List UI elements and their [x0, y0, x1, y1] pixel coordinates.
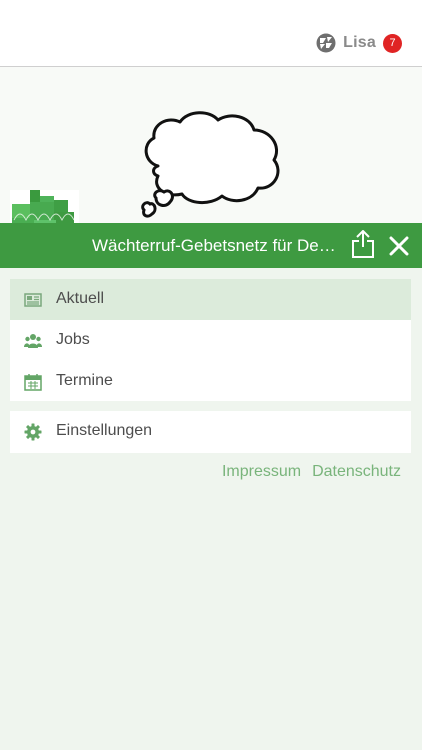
user-name: Lisa [343, 34, 376, 51]
footer-links: Impressum Datenschutz [222, 463, 401, 481]
close-icon[interactable] [388, 235, 410, 257]
top-bar: Lisa 7 [0, 0, 422, 67]
menu-item-label: Einstellungen [56, 422, 153, 439]
menu-item-jobs[interactable]: Jobs [10, 320, 411, 361]
share-icon[interactable] [351, 230, 375, 258]
calendar-icon [24, 374, 42, 391]
main-menu: Aktuell Jobs Termine [10, 279, 411, 401]
impressum-link[interactable]: Impressum [222, 463, 301, 481]
brand-logo-icon [316, 33, 336, 53]
users-icon [24, 334, 42, 348]
datenschutz-link[interactable]: Datenschutz [312, 463, 401, 481]
menu-item-aktuell[interactable]: Aktuell [10, 279, 411, 320]
newspaper-icon [24, 293, 42, 307]
notification-badge: 7 [383, 33, 402, 53]
gear-icon [24, 423, 42, 441]
menu-item-label: Jobs [56, 331, 90, 348]
menu-item-label: Aktuell [56, 290, 105, 307]
menu-item-einstellungen[interactable]: Einstellungen [10, 411, 411, 452]
thought-bubble-icon [141, 111, 280, 218]
user-chip[interactable]: Lisa 7 [316, 33, 402, 53]
settings-menu: Einstellungen [10, 411, 411, 453]
menu-item-label: Termine [56, 372, 113, 389]
menu-item-termine[interactable]: Termine [10, 361, 411, 402]
app-title-bar: Wächterruf-Gebetsnetz für Deutschland [0, 223, 422, 268]
app-title: Wächterruf-Gebetsnetz für Deutschland [92, 236, 340, 255]
